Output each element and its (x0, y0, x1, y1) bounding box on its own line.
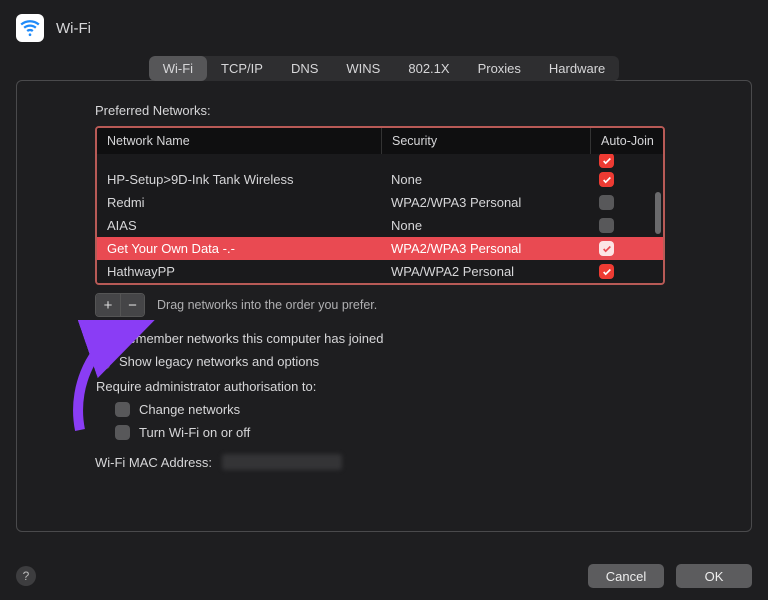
table-row[interactable]: HP-Setup>9D-Ink Tank WirelessNone (97, 168, 663, 191)
checkbox-icon[interactable] (115, 402, 130, 417)
network-name-cell: Redmi (97, 195, 381, 210)
security-cell: None (381, 218, 589, 233)
preferred-networks-label: Preferred Networks: (95, 103, 727, 118)
scroll-indicator[interactable] (655, 192, 661, 234)
tab-8021x[interactable]: 802.1X (394, 56, 463, 81)
tab-proxies[interactable]: Proxies (464, 56, 535, 81)
mac-address-value-redacted (222, 454, 342, 470)
auto-join-cell (589, 264, 663, 279)
mac-address-row: Wi-Fi MAC Address: (95, 454, 727, 470)
add-remove-group: + − (95, 293, 145, 317)
turn-wifi-option[interactable]: Turn Wi-Fi on or off (115, 425, 727, 440)
change-networks-option[interactable]: Change networks (115, 402, 727, 417)
tab-hardware[interactable]: Hardware (535, 56, 619, 81)
security-cell: WPA/WPA2 Personal (381, 264, 589, 279)
auto-join-cell (589, 172, 663, 187)
remember-networks-option[interactable]: Remember networks this computer has join… (95, 331, 727, 346)
tab-bar: Wi-FiTCP/IPDNSWINS802.1XProxiesHardware (16, 56, 752, 81)
auto-join-cell (589, 218, 663, 233)
table-row[interactable] (97, 154, 663, 168)
wifi-icon (16, 14, 44, 42)
tab-segmented-control[interactable]: Wi-FiTCP/IPDNSWINS802.1XProxiesHardware (149, 56, 620, 81)
table-row[interactable]: AIASNone (97, 214, 663, 237)
ok-button[interactable]: OK (676, 564, 752, 588)
table-row[interactable]: Get Your Own Data -.-WPA2/WPA3 Personal (97, 237, 663, 260)
add-network-button[interactable]: + (96, 294, 120, 316)
security-cell: WPA2/WPA3 Personal (381, 241, 589, 256)
titlebar: Wi-Fi (16, 14, 752, 42)
network-name-cell: HP-Setup>9D-Ink Tank Wireless (97, 172, 381, 187)
show-legacy-option[interactable]: Show legacy networks and options (95, 354, 727, 369)
table-row[interactable]: RedmiWPA2/WPA3 Personal (97, 191, 663, 214)
footer: ? Cancel OK (0, 552, 768, 600)
turn-wifi-label: Turn Wi-Fi on or off (139, 425, 250, 440)
auto-join-cell (589, 195, 663, 210)
tab-tcpip[interactable]: TCP/IP (207, 56, 277, 81)
table-controls: + − Drag networks into the order you pre… (95, 293, 727, 317)
table-body[interactable]: HP-Setup>9D-Ink Tank WirelessNoneRedmiWP… (97, 154, 663, 283)
network-name-cell: AIAS (97, 218, 381, 233)
remember-networks-label: Remember networks this computer has join… (119, 331, 383, 346)
auto-join-checkbox[interactable] (599, 218, 614, 233)
auto-join-checkbox[interactable] (599, 264, 614, 279)
drag-hint: Drag networks into the order you prefer. (157, 298, 377, 312)
help-button[interactable]: ? (16, 566, 36, 586)
cancel-button[interactable]: Cancel (588, 564, 664, 588)
checkbox-icon[interactable] (95, 354, 110, 369)
auto-join-checkbox[interactable] (599, 172, 614, 187)
table-row[interactable]: HathwayPPWPA/WPA2 Personal (97, 260, 663, 283)
mac-address-label: Wi-Fi MAC Address: (95, 455, 212, 470)
auto-join-checkbox[interactable] (599, 241, 614, 256)
auto-join-cell (589, 154, 663, 168)
change-networks-label: Change networks (139, 402, 240, 417)
content-panel: Preferred Networks: Network Name Securit… (16, 80, 752, 532)
column-auto-join[interactable]: Auto-Join (591, 128, 665, 154)
security-cell: WPA2/WPA3 Personal (381, 195, 589, 210)
column-network-name[interactable]: Network Name (97, 128, 382, 154)
security-cell: None (381, 172, 589, 187)
auto-join-cell (589, 241, 663, 256)
checkbox-icon[interactable] (115, 425, 130, 440)
require-admin-label: Require administrator authorisation to: (96, 379, 727, 394)
table-header: Network Name Security Auto-Join (97, 128, 663, 154)
network-name-cell: Get Your Own Data -.- (97, 241, 381, 256)
remove-network-button[interactable]: − (120, 294, 144, 316)
tab-wins[interactable]: WINS (332, 56, 394, 81)
tab-wifi[interactable]: Wi-Fi (149, 56, 207, 81)
page-title: Wi-Fi (56, 20, 91, 37)
checkbox-icon[interactable] (95, 331, 110, 346)
tab-dns[interactable]: DNS (277, 56, 332, 81)
auto-join-checkbox[interactable] (599, 195, 614, 210)
column-security[interactable]: Security (382, 128, 591, 154)
preferred-networks-table: Network Name Security Auto-Join HP-Setup… (95, 126, 665, 285)
footer-actions: Cancel OK (588, 564, 752, 588)
auto-join-checkbox[interactable] (599, 154, 614, 168)
wifi-advanced-window: Wi-Fi Wi-FiTCP/IPDNSWINS802.1XProxiesHar… (0, 0, 768, 600)
options-group: Remember networks this computer has join… (95, 331, 727, 440)
network-name-cell: HathwayPP (97, 264, 381, 279)
show-legacy-label: Show legacy networks and options (119, 354, 319, 369)
